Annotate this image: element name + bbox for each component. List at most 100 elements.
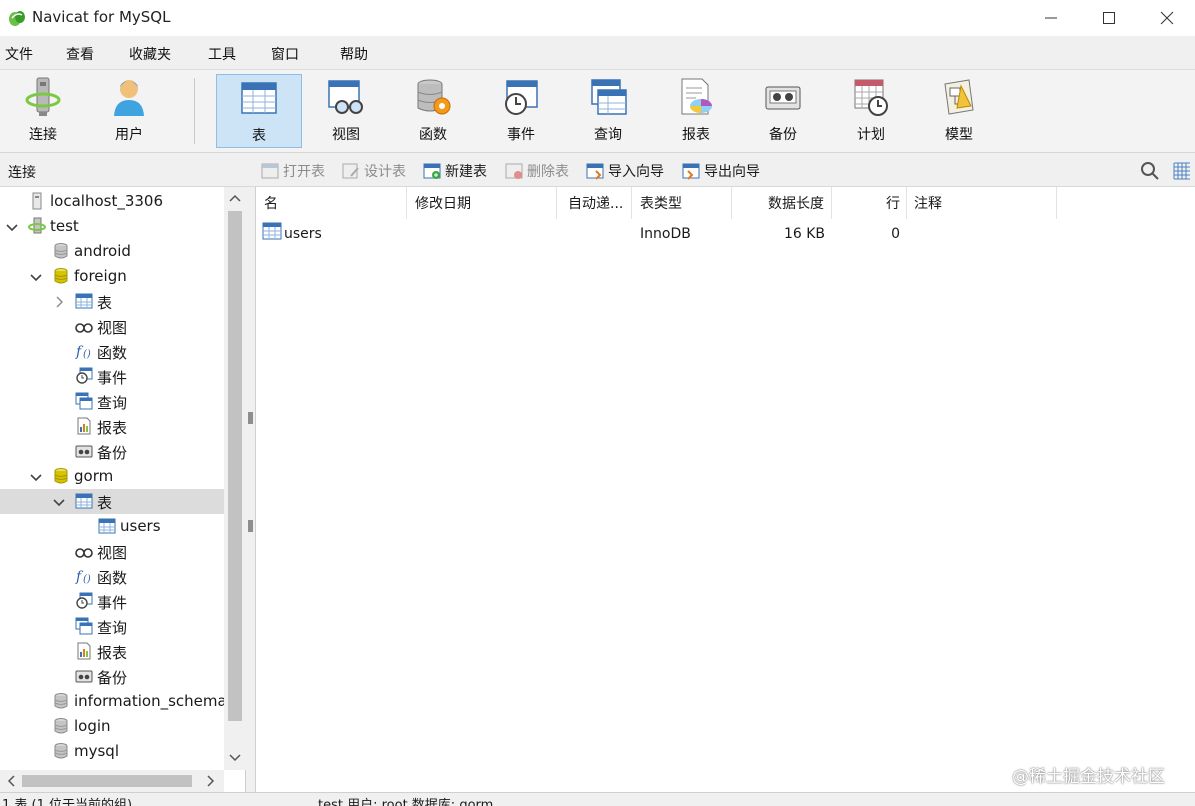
database-icon bbox=[54, 243, 68, 259]
splitter-grip[interactable] bbox=[248, 412, 253, 424]
tree-node-reports[interactable]: 报表 bbox=[0, 639, 224, 664]
toolbar-model-button[interactable]: 模型 bbox=[916, 74, 1002, 148]
import-wizard-button[interactable]: 导入向导 bbox=[586, 161, 664, 181]
toolbar-event-button[interactable]: 事件 bbox=[478, 74, 564, 148]
toolbar-report-button[interactable]: 报表 bbox=[653, 74, 739, 148]
tree-node-views[interactable]: 视图 bbox=[0, 539, 224, 564]
event-icon bbox=[76, 592, 93, 609]
connection-tree-pane: localhost_3306 test android foreign 表视图 f() 函数… bbox=[0, 187, 246, 792]
toolbar-schedule-button[interactable]: 计划 bbox=[828, 74, 914, 148]
tree-node-views[interactable]: 视图 bbox=[0, 314, 224, 339]
status-object-count: 1 表 (1 位于当前的组) bbox=[2, 798, 133, 806]
tree-node-android[interactable]: android bbox=[0, 239, 224, 264]
delete-table-button[interactable]: 删除表 bbox=[505, 161, 569, 181]
menu-help[interactable]: 帮助 bbox=[340, 44, 368, 64]
tree-node-backups[interactable]: 备份 bbox=[0, 439, 224, 464]
tree-node-login[interactable]: login bbox=[0, 714, 224, 739]
scroll-down-icon[interactable] bbox=[229, 753, 241, 763]
chevron-right-icon[interactable] bbox=[52, 295, 66, 309]
column-header-data-length[interactable]: 数据长度 bbox=[732, 187, 832, 219]
toolbar-backup-button[interactable]: 备份 bbox=[740, 74, 826, 148]
row-cell-name: users bbox=[284, 226, 322, 242]
toolbar-user-button[interactable]: 用户 bbox=[86, 74, 172, 148]
menu-favorites[interactable]: 收藏夹 bbox=[129, 44, 171, 64]
tree-node-information-schema[interactable]: information_schema bbox=[0, 689, 227, 714]
tree-horizontal-scroll-thumb[interactable] bbox=[22, 775, 192, 787]
delete-table-icon bbox=[505, 163, 523, 179]
tree-node-localhost-3306[interactable]: localhost_3306 bbox=[0, 189, 224, 214]
menu-view[interactable]: 查看 bbox=[66, 44, 94, 64]
tree-node-events[interactable]: 事件 bbox=[0, 364, 224, 389]
tree-node-reports[interactable]: 报表 bbox=[0, 414, 224, 439]
menu-file[interactable]: 文件 bbox=[5, 44, 33, 64]
tree-node-queries[interactable]: 查询 bbox=[0, 389, 224, 414]
design-table-button[interactable]: 设计表 bbox=[342, 161, 406, 181]
server-icon bbox=[32, 192, 42, 210]
scroll-left-icon[interactable] bbox=[6, 775, 16, 787]
chevron-down-icon[interactable] bbox=[5, 220, 19, 234]
table-icon bbox=[75, 493, 93, 509]
maximize-button[interactable] bbox=[1080, 0, 1138, 36]
close-button[interactable] bbox=[1138, 0, 1195, 36]
toolbar-view-button[interactable]: 视图 bbox=[303, 74, 389, 148]
tree-node-functions[interactable]: f() 函数 bbox=[0, 339, 224, 364]
column-header-engine[interactable]: 表类型 bbox=[632, 187, 732, 219]
scroll-right-icon[interactable] bbox=[206, 775, 216, 787]
tree-node-backups[interactable]: 备份 bbox=[0, 664, 224, 689]
query-icon bbox=[591, 79, 627, 115]
tree-node-label: foreign bbox=[74, 267, 127, 285]
scroll-up-icon[interactable] bbox=[229, 193, 241, 203]
toolbar-query-button[interactable]: 查询 bbox=[565, 74, 651, 148]
grid-view-icon[interactable] bbox=[1172, 161, 1192, 181]
tree-node-mysql[interactable]: mysql bbox=[0, 739, 224, 764]
splitter-grip[interactable] bbox=[248, 520, 253, 532]
chevron-down-icon[interactable] bbox=[29, 270, 43, 284]
pane-splitter[interactable] bbox=[246, 187, 256, 792]
backup-icon bbox=[75, 445, 93, 458]
database-icon bbox=[54, 743, 68, 759]
tree-node-foreign[interactable]: foreign bbox=[0, 264, 224, 289]
tree-node-label: 报表 bbox=[97, 644, 128, 662]
column-header-auto-increment[interactable]: 自动递... bbox=[557, 187, 632, 219]
tree-node-gorm[interactable]: gorm bbox=[0, 464, 224, 489]
chevron-down-icon[interactable] bbox=[52, 495, 66, 509]
menu-bar: 文件 查看 收藏夹 工具 窗口 帮助 bbox=[0, 36, 1195, 70]
export-icon bbox=[682, 163, 700, 180]
toolbar-table-button[interactable]: 表 bbox=[216, 74, 302, 148]
tree-node-users[interactable]: users bbox=[0, 514, 224, 539]
column-header-comment[interactable]: 注释 bbox=[907, 187, 1057, 219]
tree-node-test[interactable]: test bbox=[0, 214, 224, 239]
query-icon bbox=[75, 617, 93, 635]
tree-horizontal-scrollbar[interactable] bbox=[0, 770, 224, 792]
function-icon bbox=[417, 79, 451, 115]
svg-text:(): () bbox=[83, 349, 91, 360]
tree-node-tables[interactable]: 表 bbox=[0, 489, 224, 514]
row-cell-rows: 0 bbox=[891, 226, 900, 242]
toolbar-function-button[interactable]: 函数 bbox=[390, 74, 476, 148]
tree-node-label: 函数 bbox=[97, 569, 128, 587]
tree-node-label: 备份 bbox=[97, 444, 128, 462]
event-icon bbox=[505, 80, 538, 115]
tree-node-tables[interactable]: 表 bbox=[0, 289, 224, 314]
function-icon: f() bbox=[75, 569, 91, 585]
minimize-button[interactable] bbox=[1022, 0, 1080, 36]
column-header-rows[interactable]: 行 bbox=[832, 187, 907, 219]
column-header-modified[interactable]: 修改日期 bbox=[407, 187, 557, 219]
tree-node-label: gorm bbox=[74, 467, 114, 485]
open-table-button[interactable]: 打开表 bbox=[261, 161, 325, 181]
menu-window[interactable]: 窗口 bbox=[271, 44, 299, 64]
tree-node-queries[interactable]: 查询 bbox=[0, 614, 224, 639]
chevron-down-icon[interactable] bbox=[29, 470, 43, 484]
new-table-button[interactable]: 新建表 bbox=[423, 161, 487, 181]
table-icon bbox=[241, 82, 277, 114]
query-icon bbox=[75, 392, 93, 410]
export-wizard-button[interactable]: 导出向导 bbox=[682, 161, 760, 181]
menu-tools[interactable]: 工具 bbox=[208, 44, 236, 64]
column-header-name[interactable]: 名 bbox=[257, 187, 407, 219]
tree-node-functions[interactable]: f() 函数 bbox=[0, 564, 224, 589]
tree-vertical-scrollbar[interactable] bbox=[224, 187, 246, 770]
tree-vertical-scroll-thumb[interactable] bbox=[228, 211, 242, 721]
search-icon[interactable] bbox=[1140, 161, 1160, 181]
tree-node-events[interactable]: 事件 bbox=[0, 589, 224, 614]
toolbar-connection-button[interactable]: 连接 bbox=[0, 74, 86, 148]
